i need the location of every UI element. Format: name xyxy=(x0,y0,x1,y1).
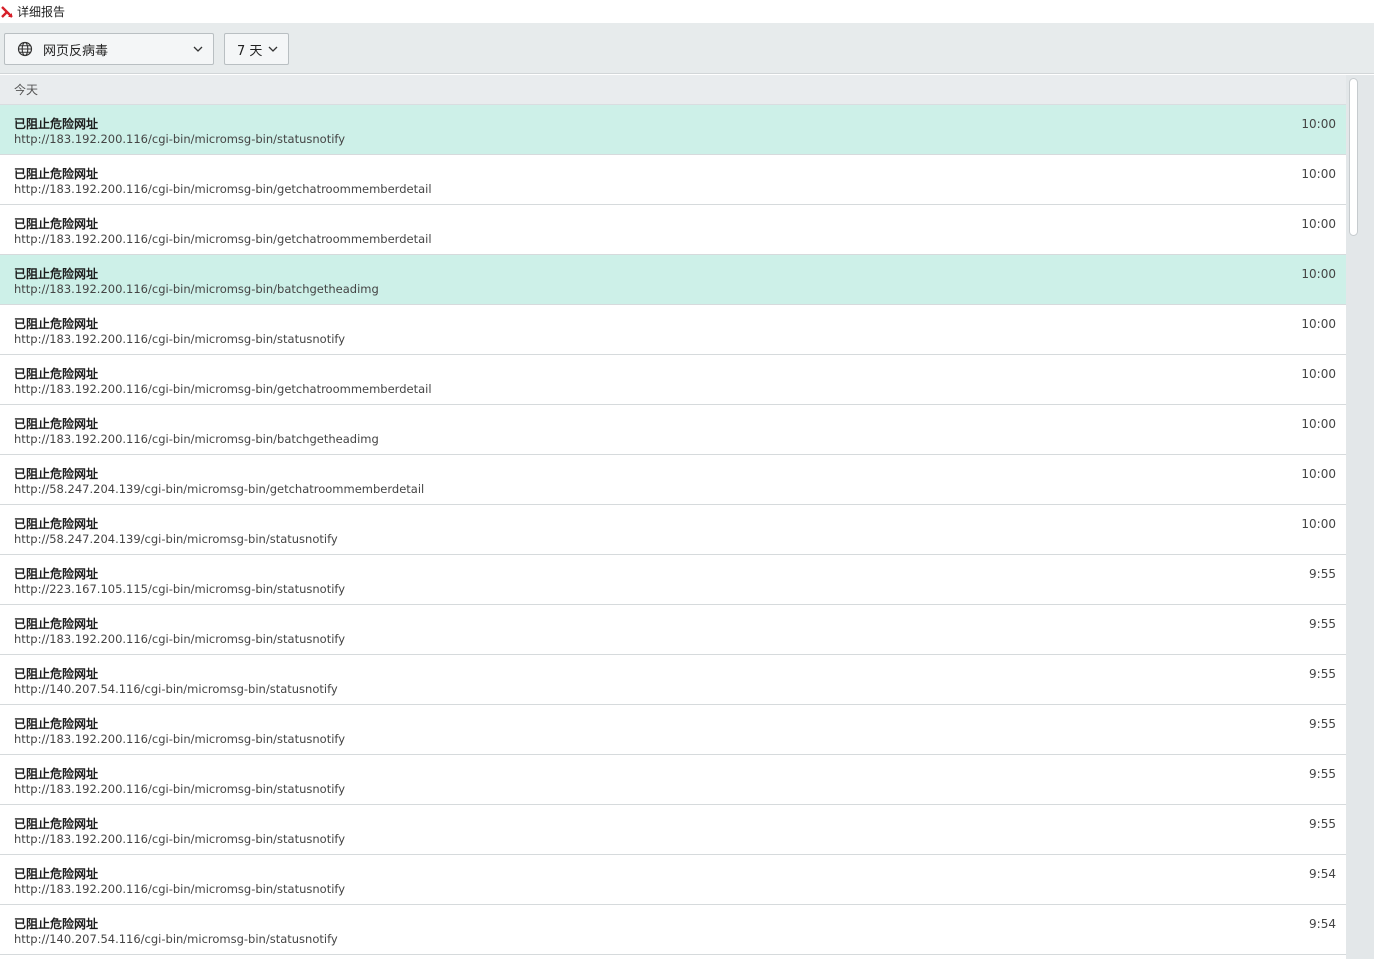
event-url: http://183.192.200.116/cgi-bin/micromsg-… xyxy=(14,432,379,446)
event-time: 10:00 xyxy=(1301,317,1336,331)
event-time: 9:54 xyxy=(1309,867,1336,881)
period-select-value: 7 天 xyxy=(237,43,263,59)
event-time: 9:55 xyxy=(1309,767,1336,781)
event-row[interactable]: 已阻止危险网址 http://183.192.200.116/cgi-bin/mi… xyxy=(0,405,1346,455)
event-row[interactable]: 已阻止危险网址 http://183.192.200.116/cgi-bin/mi… xyxy=(0,605,1346,655)
event-time: 10:00 xyxy=(1301,167,1336,181)
event-title: 已阻止危险网址 xyxy=(14,167,99,181)
event-time: 9:55 xyxy=(1309,617,1336,631)
event-row[interactable]: 已阻止危险网址 http://183.192.200.116/cgi-bin/mi… xyxy=(0,355,1346,405)
event-url: http://58.247.204.139/cgi-bin/micromsg-b… xyxy=(14,482,425,496)
event-row[interactable]: 已阻止危险网址 http://223.167.105.115/cgi-bin/mi… xyxy=(0,555,1346,605)
event-title: 已阻止危险网址 xyxy=(14,867,99,881)
event-title: 已阻止危险网址 xyxy=(14,917,99,931)
scrollbar[interactable] xyxy=(1346,75,1374,959)
event-time: 10:00 xyxy=(1301,367,1336,381)
event-url: http://183.192.200.116/cgi-bin/micromsg-… xyxy=(14,732,346,746)
app-logo-icon xyxy=(1,5,13,18)
event-time: 9:55 xyxy=(1309,717,1336,731)
event-url: http://183.192.200.116/cgi-bin/micromsg-… xyxy=(14,282,379,296)
event-time: 9:54 xyxy=(1309,917,1336,931)
event-title: 已阻止危险网址 xyxy=(14,317,99,331)
component-select-value: 网页反病毒 xyxy=(43,43,109,59)
period-select[interactable]: 7 天 xyxy=(224,33,289,65)
event-url: http://58.247.204.139/cgi-bin/micromsg-b… xyxy=(14,532,338,546)
event-title: 已阻止危险网址 xyxy=(14,767,99,781)
window-title: 详细报告 xyxy=(17,5,66,19)
event-time: 10:00 xyxy=(1301,117,1336,131)
globe-icon xyxy=(17,41,33,57)
event-time: 10:00 xyxy=(1301,517,1336,531)
event-time: 9:55 xyxy=(1309,817,1336,831)
event-url: http://183.192.200.116/cgi-bin/micromsg-… xyxy=(14,832,346,846)
event-row[interactable]: 已阻止危险网址 http://140.207.54.116/cgi-bin/mic… xyxy=(0,655,1346,705)
event-title: 已阻止危险网址 xyxy=(14,817,99,831)
group-label: 今天 xyxy=(14,83,39,97)
event-title: 已阻止危险网址 xyxy=(14,667,99,681)
toolbar: 网页反病毒 7 天 xyxy=(0,23,1374,74)
event-row[interactable]: 已阻止危险网址 http://140.207.54.116/cgi-bin/mic… xyxy=(0,905,1346,955)
event-title: 已阻止危险网址 xyxy=(14,567,99,581)
event-time: 9:55 xyxy=(1309,567,1336,581)
event-time: 9:55 xyxy=(1309,667,1336,681)
event-title: 已阻止危险网址 xyxy=(14,117,99,131)
chevron-down-icon xyxy=(268,46,278,52)
event-row[interactable]: 已阻止危险网址 http://183.192.200.116/cgi-bin/mi… xyxy=(0,255,1346,305)
event-url: http://183.192.200.116/cgi-bin/micromsg-… xyxy=(14,632,346,646)
event-url: http://183.192.200.116/cgi-bin/micromsg-… xyxy=(14,332,346,346)
event-title: 已阻止危险网址 xyxy=(14,617,99,631)
scrollbar-thumb[interactable] xyxy=(1349,78,1358,236)
event-time: 10:00 xyxy=(1301,267,1336,281)
event-row[interactable]: 已阻止危险网址 http://58.247.204.139/cgi-bin/mic… xyxy=(0,455,1346,505)
event-row[interactable]: 已阻止危险网址 http://183.192.200.116/cgi-bin/mi… xyxy=(0,805,1346,855)
event-title: 已阻止危险网址 xyxy=(14,367,99,381)
group-header: 今天 xyxy=(0,75,1346,105)
component-select[interactable]: 网页反病毒 xyxy=(4,33,214,65)
event-list[interactable]: 今天 已阻止危险网址 http://183.192.200.116/cgi-bin… xyxy=(0,75,1346,959)
event-url: http://183.192.200.116/cgi-bin/micromsg-… xyxy=(14,232,432,246)
event-title: 已阻止危险网址 xyxy=(14,467,99,481)
event-title: 已阻止危险网址 xyxy=(14,517,99,531)
event-title: 已阻止危险网址 xyxy=(14,267,99,281)
event-row[interactable]: 已阻止危险网址 http://183.192.200.116/cgi-bin/mi… xyxy=(0,755,1346,805)
event-row[interactable]: 已阻止危险网址 http://183.192.200.116/cgi-bin/mi… xyxy=(0,155,1346,205)
event-url: http://183.192.200.116/cgi-bin/micromsg-… xyxy=(14,182,432,196)
event-url: http://140.207.54.116/cgi-bin/micromsg-b… xyxy=(14,932,338,946)
title-bar: 详细报告 xyxy=(0,0,1374,23)
event-time: 10:00 xyxy=(1301,467,1336,481)
event-row[interactable]: 已阻止危险网址 http://58.247.204.139/cgi-bin/mic… xyxy=(0,505,1346,555)
event-url: http://183.192.200.116/cgi-bin/micromsg-… xyxy=(14,382,432,396)
event-title: 已阻止危险网址 xyxy=(14,217,99,231)
chevron-down-icon xyxy=(193,46,203,52)
event-title: 已阻止危险网址 xyxy=(14,417,99,431)
event-time: 10:00 xyxy=(1301,417,1336,431)
event-url: http://183.192.200.116/cgi-bin/micromsg-… xyxy=(14,132,346,146)
event-row[interactable]: 已阻止危险网址 http://183.192.200.116/cgi-bin/mi… xyxy=(0,205,1346,255)
event-time: 10:00 xyxy=(1301,217,1336,231)
event-row[interactable]: 已阻止危险网址 http://183.192.200.116/cgi-bin/mi… xyxy=(0,855,1346,905)
event-url: http://223.167.105.115/cgi-bin/micromsg-… xyxy=(14,582,346,596)
event-row[interactable]: 已阻止危险网址 http://183.192.200.116/cgi-bin/mi… xyxy=(0,305,1346,355)
event-row[interactable]: 已阻止危险网址 http://183.192.200.116/cgi-bin/mi… xyxy=(0,705,1346,755)
event-title: 已阻止危险网址 xyxy=(14,717,99,731)
event-url: http://183.192.200.116/cgi-bin/micromsg-… xyxy=(14,782,346,796)
event-url: http://140.207.54.116/cgi-bin/micromsg-b… xyxy=(14,682,338,696)
event-row[interactable]: 已阻止危险网址 http://183.192.200.116/cgi-bin/mi… xyxy=(0,105,1346,155)
event-url: http://183.192.200.116/cgi-bin/micromsg-… xyxy=(14,882,346,896)
